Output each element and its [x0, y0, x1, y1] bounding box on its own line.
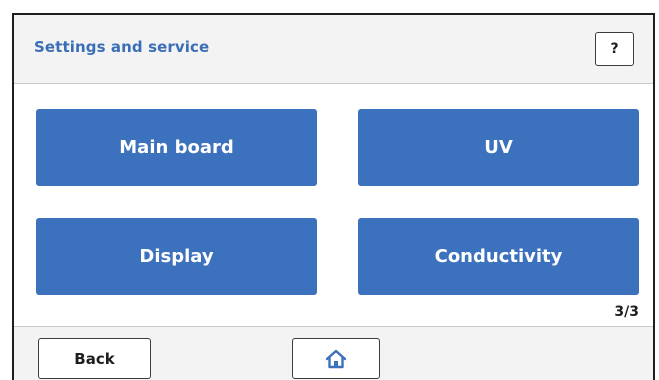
- settings-screen: Settings and service ? Main board UV Dis…: [12, 13, 655, 380]
- page-title: Settings and service: [34, 38, 210, 56]
- help-button[interactable]: ?: [595, 32, 634, 66]
- page-indicator: 3/3: [614, 304, 639, 320]
- back-button[interactable]: Back: [38, 338, 151, 379]
- home-icon: [325, 349, 347, 368]
- footer-bar: Back: [14, 326, 653, 380]
- uv-button[interactable]: UV: [358, 109, 639, 186]
- display-button[interactable]: Display: [36, 218, 317, 295]
- conductivity-button[interactable]: Conductivity: [358, 218, 639, 295]
- home-button[interactable]: [292, 338, 380, 379]
- main-board-button[interactable]: Main board: [36, 109, 317, 186]
- header-bar: Settings and service ?: [14, 15, 653, 84]
